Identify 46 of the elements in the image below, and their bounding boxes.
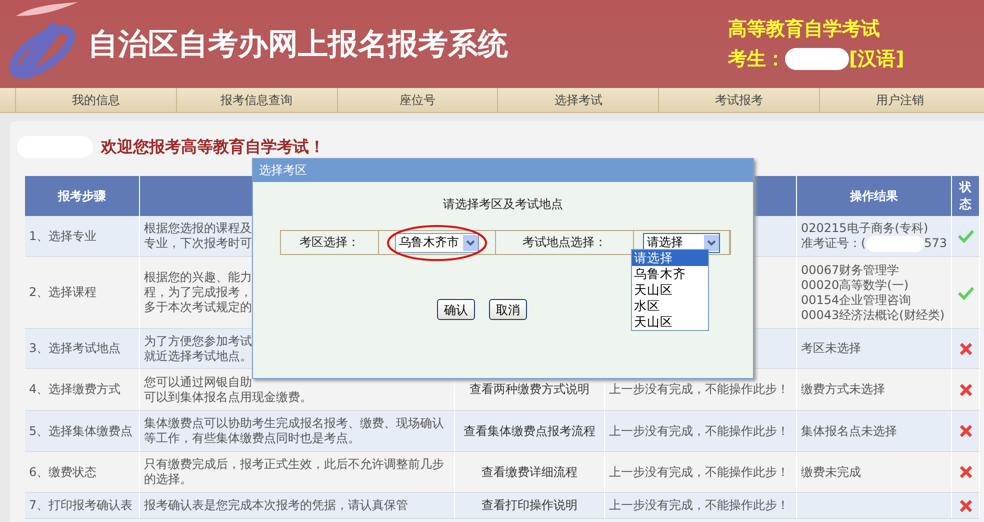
table-cell: 00067财务管理学 00020高等数学(一) 00154企业管理咨询 00043经济法概论(财经类) — [797, 257, 952, 329]
table-cell: 3、选择考试地点 — [25, 329, 140, 369]
nav-item[interactable]: 选择考试 — [497, 88, 658, 112]
system-title: 自治区自考办网上报名报考系统 — [88, 26, 508, 64]
exam-type-label: 高等教育自学考试 — [728, 17, 881, 42]
table-cell: 报考确认表是您完成本次报考的凭据，请认真保管 — [140, 493, 455, 519]
table-cell: 5、选择集体缴费点 — [25, 411, 140, 452]
table-cell: 6、缴费状态 — [25, 452, 140, 493]
table-cell: 上一步没有完成，不能操作此步！ — [605, 493, 797, 519]
table-cell: 020215电子商务(专科) 准考证号：( 573 — [797, 216, 952, 257]
table-cell: 上一步没有完成，不能操作此步！ — [605, 452, 797, 493]
table-cell: 4、选择缴费方式 — [25, 369, 140, 411]
field-label: 考区选择： — [281, 231, 379, 254]
redaction-block — [866, 236, 924, 252]
dialog-title-bar: 选择考区 — [253, 159, 753, 182]
dialog-button[interactable]: 确认 — [437, 299, 475, 320]
candidate-label: 考生： — [728, 47, 785, 72]
action-link[interactable]: 查看两种缴费方式说明 — [470, 382, 590, 397]
table-cell: 1、选择专业 — [25, 216, 140, 257]
nav-item[interactable]: 考试报考 — [658, 88, 820, 112]
table-cell: 缴费方式未选择 — [797, 369, 952, 411]
nav-item[interactable]: 座位号 — [336, 88, 498, 112]
action-link[interactable]: 查看打印操作说明 — [482, 498, 578, 513]
dropdown-option[interactable]: 请选择 — [632, 250, 708, 266]
language-label: [汉语] — [849, 47, 904, 72]
column-header: 状态 — [952, 176, 980, 216]
redaction-block — [785, 48, 849, 70]
table-cell: 集体缴费点可以协助考生完成报名报考、缴费、现场确认 等工作，有些集体缴费点同时也是考点。 — [140, 411, 455, 452]
area-select[interactable]: 乌鲁木齐市 — [395, 232, 479, 252]
table-cell: 考区未选择 — [797, 329, 952, 369]
table-cell: 2、选择课程 — [25, 257, 140, 329]
action-link[interactable]: 查看缴费详细流程 — [482, 464, 578, 480]
table-cell: 缴费未完成 — [797, 452, 952, 493]
table-cell: 上一步没有完成，不能操作此步！ — [605, 411, 797, 452]
nav-item[interactable]: 用户注销 — [819, 88, 980, 112]
column-header: 报考步骤 — [25, 176, 140, 216]
welcome-message: 欢迎您报考高等教育自学考试！ — [101, 136, 325, 158]
nav-item[interactable]: 报考信息查询 — [176, 88, 337, 112]
table-cell: 7、打印报考确认表 — [25, 493, 140, 519]
column-header: 操作结果 — [797, 176, 952, 216]
nav-item[interactable]: 我的信息 — [15, 88, 176, 112]
table-cell: 只有缴费完成后，报考正式生效，此后不允许调整前几步 的选择。 — [140, 452, 455, 493]
dialog-prompt: 请选择考区及考试地点 — [442, 196, 564, 213]
action-link[interactable]: 查看集体缴费点报考流程 — [464, 424, 596, 438]
dialog-button[interactable]: 取消 — [489, 299, 527, 320]
table-cell: 集体报名点未选择 — [797, 411, 952, 452]
